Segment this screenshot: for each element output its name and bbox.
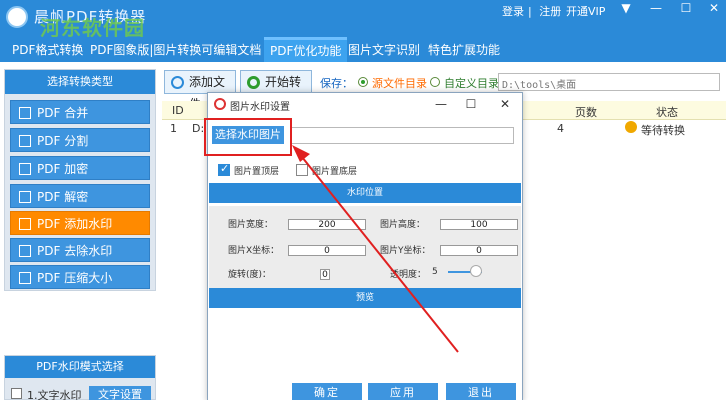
tab-pdf-image-convert[interactable]: PDF图象版|图片转换可编辑文档 xyxy=(90,41,261,58)
watermark-mode-heading: PDF水印模式选择 xyxy=(5,356,155,378)
title-bar: 晨帆PDF转换器 河东软件园 登录 | 注册 开通VIP ▼ — ☐ ✕ xyxy=(0,0,726,40)
image-width-label: 图片宽度： xyxy=(228,220,274,230)
tab-image-ocr[interactable]: 图片文字识别 xyxy=(348,41,420,58)
clock-icon xyxy=(625,121,637,133)
watermark-mode-panel: PDF水印模式选择 1.文字水印 文字设置 xyxy=(4,355,156,400)
image-y-label: 图片Y坐标： xyxy=(380,246,431,256)
pdf-file-icon xyxy=(19,191,31,203)
watermark-image-path-input[interactable] xyxy=(290,127,514,144)
custom-dir-radio[interactable] xyxy=(430,77,440,87)
ok-button[interactable]: 确定 xyxy=(292,383,362,400)
add-file-button[interactable]: 添加文件 xyxy=(164,70,236,111)
text-watermark-checkbox[interactable] xyxy=(11,388,22,399)
conversion-type-heading: 选择转换类型 xyxy=(5,70,155,94)
row-pages: 4 xyxy=(557,122,564,135)
play-icon xyxy=(247,76,260,89)
image-width-input[interactable]: 200 xyxy=(288,219,366,230)
text-settings-button[interactable]: 文字设置 xyxy=(89,386,151,400)
top-layer-checkbox[interactable] xyxy=(218,162,230,176)
sidebar-item-label: PDF 添加水印 xyxy=(37,217,113,231)
pdf-file-icon xyxy=(19,272,31,284)
rotation-input[interactable]: 0 xyxy=(320,269,330,280)
register-link[interactable]: 注册 xyxy=(539,5,561,18)
account-links: 登录 | 注册 xyxy=(502,3,565,19)
dialog-title: 图片水印设置 xyxy=(230,102,290,113)
login-link[interactable]: 登录 xyxy=(502,5,524,18)
sidebar-item-pdf-remove-watermark[interactable]: PDF 去除水印 xyxy=(10,238,150,262)
tab-pdf-format-convert[interactable]: PDF格式转换 xyxy=(12,41,83,58)
row-path: D: xyxy=(192,122,205,135)
sidebar-item-pdf-decrypt[interactable]: PDF 解密 xyxy=(10,184,150,208)
tab-extended-features[interactable]: 特色扩展功能 xyxy=(428,41,500,58)
pdf-file-icon xyxy=(19,163,31,175)
row-status: 等待转换 xyxy=(641,124,685,137)
exit-button[interactable]: 退出 xyxy=(446,383,516,400)
pdf-file-icon xyxy=(19,135,31,147)
source-dir-radio[interactable] xyxy=(358,77,368,87)
bottom-layer-checkbox[interactable] xyxy=(296,164,308,176)
opacity-slider-handle[interactable] xyxy=(470,265,482,277)
top-layer-label: 图片置顶层 xyxy=(234,167,280,177)
apply-button[interactable]: 应用 xyxy=(368,383,438,400)
sidebar-item-pdf-add-watermark[interactable]: PDF 添加水印 xyxy=(10,211,150,235)
image-height-label: 图片高度： xyxy=(380,220,426,230)
column-id: ID xyxy=(172,104,184,117)
dialog-close-button[interactable]: ✕ xyxy=(490,94,520,114)
app-logo-icon xyxy=(6,6,28,28)
sidebar-item-pdf-split[interactable]: PDF 分割 xyxy=(10,128,150,152)
pdf-file-icon xyxy=(19,107,31,119)
sidebar-item-label: PDF 压缩大小 xyxy=(37,271,113,285)
sidebar-item-label: PDF 加密 xyxy=(37,162,89,176)
sidebar-item-label: PDF 合并 xyxy=(37,106,89,120)
add-icon xyxy=(171,76,184,89)
source-dir-label: 源文件目录 xyxy=(372,77,427,90)
app-logo-icon xyxy=(214,98,226,110)
image-x-label: 图片X坐标： xyxy=(228,246,280,256)
sidebar-item-pdf-merge[interactable]: PDF 合并 xyxy=(10,100,150,124)
sidebar-item-label: PDF 分割 xyxy=(37,134,89,148)
sidebar-item-label: PDF 去除水印 xyxy=(37,244,113,258)
preview-button[interactable]: 预览 xyxy=(209,288,521,308)
pdf-file-icon xyxy=(19,218,31,230)
menu-dropdown-icon[interactable]: ▼ xyxy=(612,0,640,16)
image-x-input[interactable]: 0 xyxy=(288,245,366,256)
image-height-input[interactable]: 100 xyxy=(440,219,518,230)
dialog-maximize-button[interactable]: ☐ xyxy=(456,94,486,114)
save-location-label: 保存： xyxy=(320,77,353,90)
annotation-highlight-box xyxy=(204,118,292,156)
row-id: 1 xyxy=(170,122,177,135)
column-pages: 页数 xyxy=(575,106,597,119)
main-menu: PDF格式转换 PDF图象版|图片转换可编辑文档 PDF优化功能 图片文字识别 … xyxy=(0,37,726,62)
dialog-minimize-button[interactable]: — xyxy=(426,94,456,114)
pdf-file-icon xyxy=(19,245,31,257)
opacity-value: 5 xyxy=(432,267,438,277)
image-y-input[interactable]: 0 xyxy=(440,245,518,256)
bottom-layer-label: 图片置底层 xyxy=(312,167,358,177)
start-convert-button[interactable]: 开始转换 xyxy=(240,70,312,111)
close-button[interactable]: ✕ xyxy=(700,0,726,16)
output-path-input[interactable]: D:\tools\桌面 xyxy=(498,73,720,91)
link-separator: | xyxy=(528,5,532,18)
custom-dir-label: 自定义目录 xyxy=(444,77,499,90)
vip-link[interactable]: 开通VIP xyxy=(566,3,605,19)
text-watermark-option: 1.文字水印 文字设置 xyxy=(5,386,155,400)
tab-pdf-optimize[interactable]: PDF优化功能 xyxy=(264,37,348,62)
column-status: 状态 xyxy=(656,106,678,119)
text-watermark-label: 1.文字水印 xyxy=(27,389,82,400)
sidebar-item-pdf-compress[interactable]: PDF 压缩大小 xyxy=(10,265,150,289)
sidebar-item-pdf-encrypt[interactable]: PDF 加密 xyxy=(10,156,150,180)
opacity-label: 透明度： xyxy=(390,270,427,280)
minimize-button[interactable]: — xyxy=(642,0,670,16)
watermark-position-header: 水印位置 xyxy=(209,183,521,203)
rotation-label: 旋转(度)： xyxy=(228,270,272,280)
maximize-button[interactable]: ☐ xyxy=(672,0,700,16)
sidebar-item-label: PDF 解密 xyxy=(37,190,89,204)
